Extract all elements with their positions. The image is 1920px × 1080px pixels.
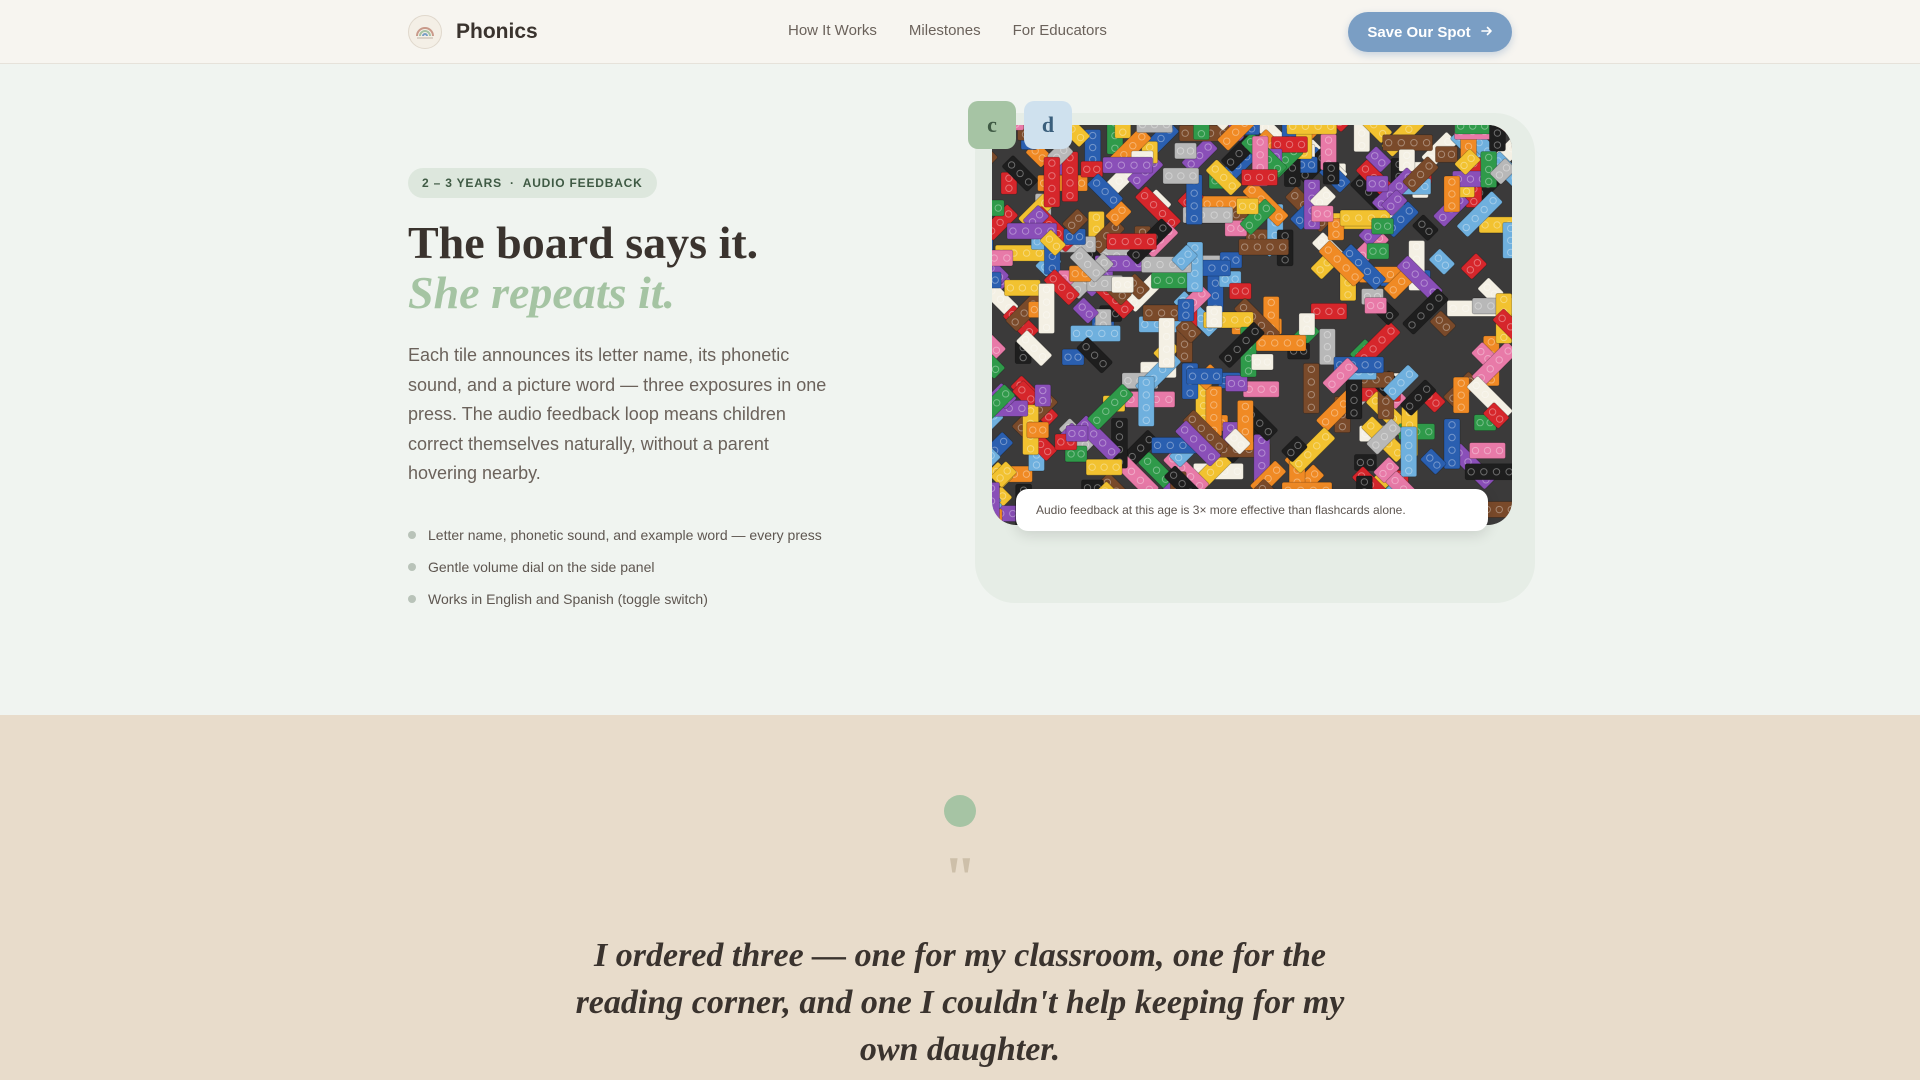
list-item: Letter name, phonetic sound, and example…: [408, 519, 822, 551]
image-caption: Audio feedback at this age is 3× more ef…: [1016, 489, 1488, 531]
badge-age: 2 – 3 YEARS: [422, 176, 502, 190]
arrow-right-icon: [1480, 24, 1493, 41]
bullet-dot-icon: [408, 563, 416, 571]
bullet-dot-icon: [408, 595, 416, 603]
nav-link-milestones[interactable]: Milestones: [909, 22, 981, 39]
brand-name: Phonics: [456, 20, 538, 43]
age-feature-badge: 2 – 3 YEARS · AUDIO FEEDBACK: [408, 168, 657, 198]
hero-title: The board says it.: [408, 217, 759, 268]
badge-feature: AUDIO FEEDBACK: [522, 176, 643, 190]
nav-links: How It Works Milestones For Educators: [788, 22, 1107, 39]
letter-tile-d: d: [1024, 101, 1072, 149]
badge-separator: ·: [509, 176, 515, 190]
feature-text: Letter name, phonetic sound, and example…: [428, 527, 822, 543]
list-item: Works in English and Spanish (toggle swi…: [408, 583, 822, 615]
hero-title-accent: She repeats it.: [408, 267, 676, 318]
avatar: [944, 795, 976, 827]
feature-text: Gentle volume dial on the side panel: [428, 559, 655, 575]
hero-description: Each tile announces its letter name, its…: [408, 345, 827, 483]
quote-mark-icon: ": [943, 845, 977, 911]
toy-bricks-photo: [992, 125, 1512, 525]
rainbow-logo-icon: [408, 15, 442, 49]
letter-tile-c: c: [968, 101, 1016, 149]
brand[interactable]: Phonics: [408, 15, 538, 49]
feature-list: Letter name, phonetic sound, and example…: [408, 519, 822, 615]
nav-link-for-educators[interactable]: For Educators: [1013, 22, 1107, 39]
top-nav: Phonics How It Works Milestones For Educ…: [0, 0, 1920, 64]
save-our-spot-button[interactable]: Save Our Spot: [1348, 12, 1512, 52]
hero-section: 2 – 3 YEARS · AUDIO FEEDBACK The board s…: [0, 65, 1920, 715]
cta-label: Save Our Spot: [1367, 23, 1471, 41]
feature-text: Works in English and Spanish (toggle swi…: [428, 591, 708, 607]
list-item: Gentle volume dial on the side panel: [408, 551, 822, 583]
bricks-illustration: [992, 125, 1512, 525]
bullet-dot-icon: [408, 531, 416, 539]
nav-link-how-it-works[interactable]: How It Works: [788, 22, 877, 39]
testimonial-quote: I ordered three — one for my classroom, …: [575, 937, 1345, 1068]
